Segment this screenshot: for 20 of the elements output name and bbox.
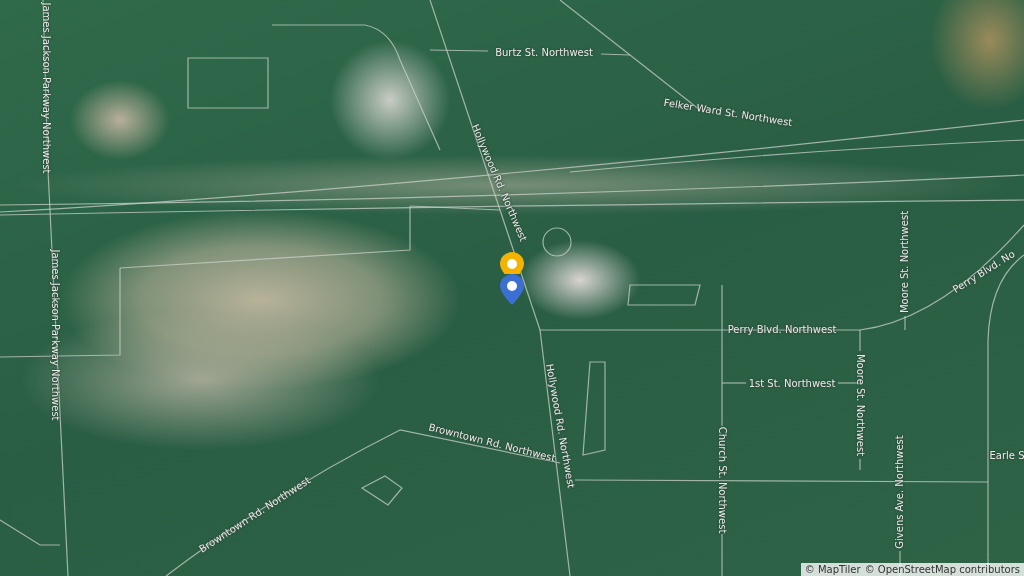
- roundabout-outline: [542, 227, 572, 257]
- satellite-map[interactable]: [0, 0, 1024, 576]
- street-label: James Jackson Parkway Northwest: [49, 249, 61, 421]
- street-label: Givens Ave. Northwest: [894, 435, 906, 549]
- attribution-link[interactable]: © MapTiler: [804, 564, 861, 575]
- street-label: 1st St. Northwest: [748, 378, 836, 390]
- parcel-outline: [360, 475, 403, 506]
- street-label: Burtz St. Northwest: [495, 47, 593, 59]
- attribution-link[interactable]: © OpenStreetMap contributors: [864, 564, 1020, 575]
- street-label: Moore St. Northwest: [899, 210, 911, 314]
- map-pin-icon[interactable]: [499, 252, 525, 274]
- street-label: James Jackson Parkway Northwest: [40, 2, 52, 174]
- street-label: Church St. Northwest: [716, 426, 728, 534]
- map-pin-icon[interactable]: [499, 274, 525, 306]
- street-label: Earle S: [989, 450, 1024, 462]
- road-line: [721, 533, 723, 576]
- street-label: Felker Ward St. Northwest: [662, 96, 794, 130]
- road-line: [859, 458, 861, 471]
- street-label: Perry Blvd. Northwest: [727, 324, 837, 336]
- street-label: Moore St. Northwest: [854, 353, 866, 457]
